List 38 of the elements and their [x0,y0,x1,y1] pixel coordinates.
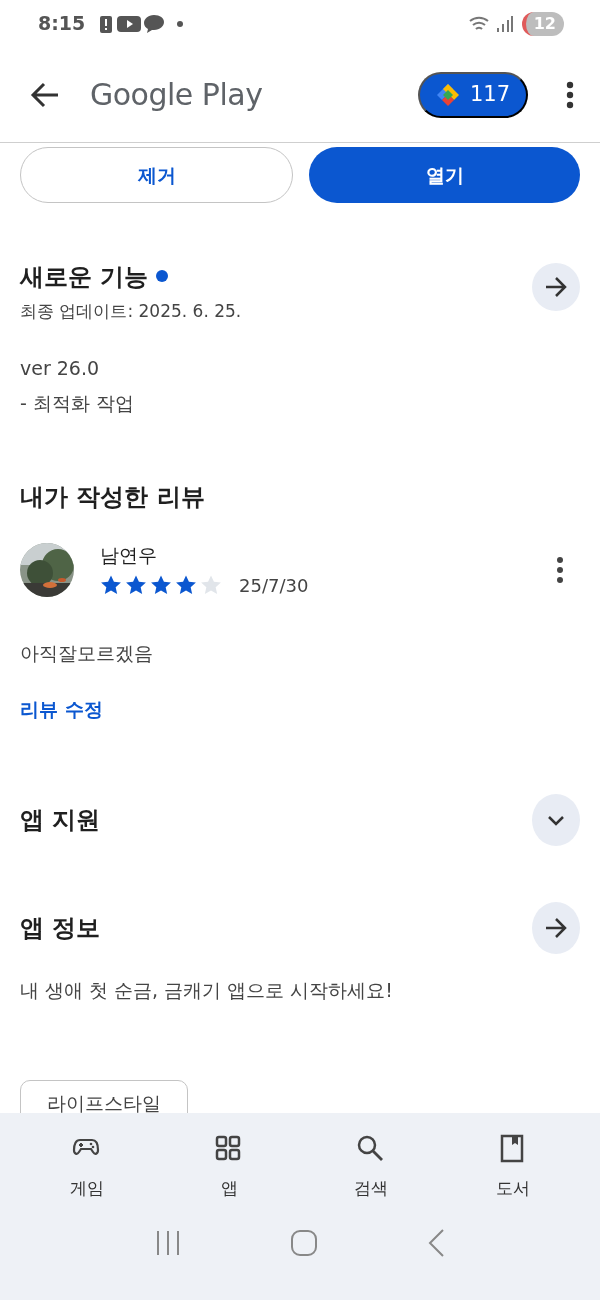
notification-count: 12 [521,11,564,36]
back-icon[interactable] [30,81,60,108]
nav-tab[interactable]: 검색 [321,1133,421,1203]
app-description: 내 생애 첫 순금, 금캐기 앱으로 시작하세요! [20,977,394,1003]
more-options-icon[interactable] [566,80,574,109]
edit-review-link[interactable]: 리뷰 수정 [20,695,103,724]
status-time: 8:15 [38,11,86,37]
chat-icon [143,13,166,34]
dot-icon [177,20,184,27]
release-note: - 최적화 작업 [20,390,135,416]
section-title: 앱 지원 [20,804,101,836]
nav-tab[interactable]: 게임 [37,1133,137,1203]
nav-tab[interactable]: 도서 [463,1133,563,1203]
category-chip[interactable]: 라이프스타일 [20,1080,188,1113]
open-button[interactable]: 열기 [309,146,580,203]
arrow-button[interactable] [532,901,580,954]
nav-tab[interactable]: 앱 [179,1133,279,1203]
more-options-icon[interactable] [556,556,564,585]
uninstall-button[interactable]: 제거 [20,146,293,203]
arrow-right-icon [544,916,568,939]
release-note: ver 26.0 [20,356,101,382]
recents-icon[interactable] [154,1229,181,1256]
points-button[interactable]: 117 [417,71,528,118]
home-icon[interactable] [290,1228,318,1257]
arrow-right-icon [544,275,568,298]
arrow-button[interactable] [532,262,580,311]
signal-icon [495,14,514,33]
app-title: Google Play [90,76,263,115]
section-title: 새로운 기능 [20,261,149,293]
review-date: 25/7/30 [239,573,309,598]
reviewer-name: 남연우 [100,543,158,569]
update-date: 최종 업데이트: 2025. 6. 25. [20,299,243,323]
section-title: 내가 작성한 리뷰 [20,482,206,514]
review-text: 아직잘모르겠음 [20,640,154,666]
diamond-icon [435,82,460,107]
battery-alert-icon [99,13,114,34]
video-icon [117,14,142,33]
section-title: 앱 정보 [20,912,101,944]
